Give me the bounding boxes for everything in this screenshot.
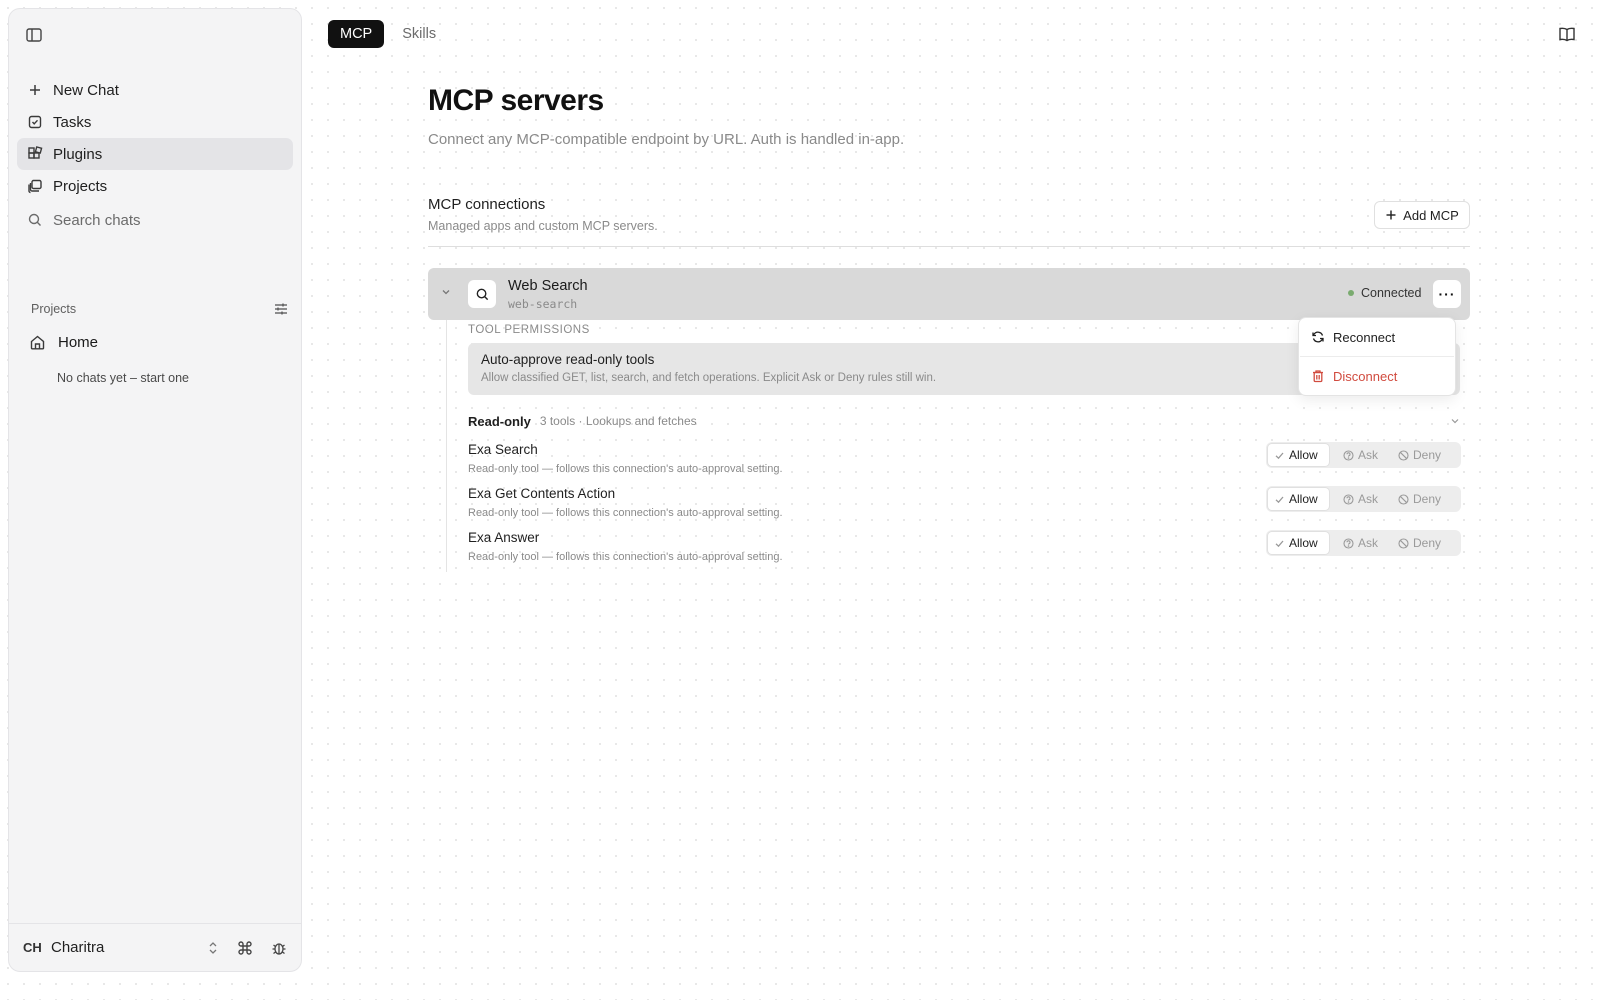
add-mcp-label: Add MCP [1403,207,1459,223]
search-icon [27,212,43,228]
auto-approve-title: Auto-approve read-only tools [481,352,655,367]
home-icon [29,334,46,351]
deny-option[interactable]: Deny [1392,532,1447,554]
more-options-button[interactable]: ··· [1433,280,1461,308]
avatar[interactable]: CH [23,940,45,955]
reconnect-menu-item[interactable]: Reconnect [1299,318,1455,356]
sidebar: New Chat Tasks Plugins Projects Search c… [8,8,302,972]
check-icon [1275,540,1284,547]
no-chats-text: No chats yet – start one [57,371,190,385]
tool-row: Exa Answer Read-only tool — follows this… [468,530,1461,570]
check-icon [1275,496,1284,503]
sidebar-item-plugins[interactable]: Plugins [17,138,293,170]
ask-option[interactable]: Ask [1337,532,1384,554]
connections-title: MCP connections [428,196,546,213]
add-mcp-button[interactable]: Add MCP [1374,201,1470,229]
tool-description: Read-only tool — follows this connection… [468,463,783,475]
projects-stack-icon [27,178,43,194]
book-icon[interactable] [1558,26,1576,43]
task-checkbox-icon [27,114,43,130]
tool-description: Read-only tool — follows this connection… [468,507,783,519]
chevron-down-icon[interactable] [440,286,452,298]
bug-icon[interactable] [271,940,287,956]
tab-skills[interactable]: Skills [390,20,448,48]
sidebar-footer: CH Charitra [9,923,301,971]
question-circle-icon [1343,449,1354,461]
deny-option[interactable]: Deny [1392,444,1447,466]
refresh-icon [1312,331,1324,343]
auto-approve-description: Allow classified GET, list, search, and … [481,372,937,384]
reconnect-label: Reconnect [1333,329,1396,345]
projects-header: Projects [31,299,289,319]
disconnect-label: Disconnect [1333,368,1398,384]
sidebar-nav: New Chat Tasks Plugins Projects Search c… [17,74,293,236]
server-options-menu: Reconnect Disconnect [1298,317,1456,396]
trash-icon [1313,370,1323,383]
filter-sliders-icon[interactable] [273,301,289,317]
group-name: Read-only [468,413,531,429]
tool-row: Exa Search Read-only tool — follows this… [468,442,1461,482]
tool-row: Exa Get Contents Action Read-only tool —… [468,486,1461,526]
user-name[interactable]: Charitra [51,939,189,956]
server-name: Web Search [508,278,588,294]
search-icon [468,280,496,308]
plugins-grid-icon [27,146,43,162]
nav-label: New Chat [53,81,119,99]
sidebar-item-tasks[interactable]: Tasks [17,106,293,138]
permission-segmented-control: Allow Ask Deny [1266,486,1461,512]
group-meta: 3 tools · Lookups and fetches [539,414,697,428]
tree-guide-line [446,320,447,572]
nav-label: Tasks [53,113,92,131]
status-text: Connected [1361,286,1422,300]
server-slug: web-search [508,297,578,311]
deny-option[interactable]: Deny [1392,488,1447,510]
ask-option[interactable]: Ask [1337,488,1384,510]
allow-option[interactable]: Allow [1268,444,1329,466]
tab-mcp[interactable]: MCP [328,20,385,48]
nav-label: Plugins [53,145,103,163]
nav-label: Projects [53,177,108,195]
permission-segmented-control: Allow Ask Deny [1266,442,1461,468]
top-tabs: MCP Skills [328,20,448,48]
status-badge: Connected [1348,286,1421,300]
allow-option[interactable]: Allow [1268,488,1329,510]
connections-subtitle: Managed apps and custom MCP servers. [428,219,658,233]
sidebar-toggle-icon[interactable] [25,26,43,44]
tool-name: Exa Search [468,442,538,457]
plus-icon [1385,209,1397,221]
command-icon[interactable] [237,940,253,956]
ban-icon [1398,449,1409,461]
tool-name: Exa Get Contents Action [468,486,616,501]
allow-option[interactable]: Allow [1268,532,1329,554]
plus-icon [27,82,43,98]
tool-name: Exa Answer [468,530,540,545]
search-chats-label: Search chats [53,211,141,229]
ask-option[interactable]: Ask [1337,444,1384,466]
sidebar-item-home[interactable]: Home [23,327,293,357]
ban-icon [1398,493,1409,505]
chevron-down-icon[interactable] [1450,416,1460,426]
tool-description: Read-only tool — follows this connection… [468,551,783,563]
search-chats-input[interactable]: Search chats [17,204,293,236]
page-subtitle: Connect any MCP-compatible endpoint by U… [428,131,905,148]
disconnect-menu-item[interactable]: Disconnect [1299,357,1455,395]
check-icon [1275,452,1284,459]
home-label: Home [58,333,99,351]
question-circle-icon [1343,537,1354,549]
tool-permissions-label: TOOL PERMISSIONS [468,324,590,336]
sidebar-item-projects[interactable]: Projects [17,170,293,202]
question-circle-icon [1343,493,1354,505]
chevron-updown-icon[interactable] [207,941,219,955]
ban-icon [1398,537,1409,549]
tool-group-header[interactable]: Read-only 3 tools · Lookups and fetches [468,412,1460,430]
server-row-web-search[interactable]: Web Search web-search Connected ··· [428,268,1470,320]
page-title: MCP servers [428,84,604,117]
status-dot [1348,290,1354,296]
divider [428,246,1470,247]
new-chat-button[interactable]: New Chat [17,74,293,106]
permission-segmented-control: Allow Ask Deny [1266,530,1461,556]
projects-label: Projects [31,302,77,316]
